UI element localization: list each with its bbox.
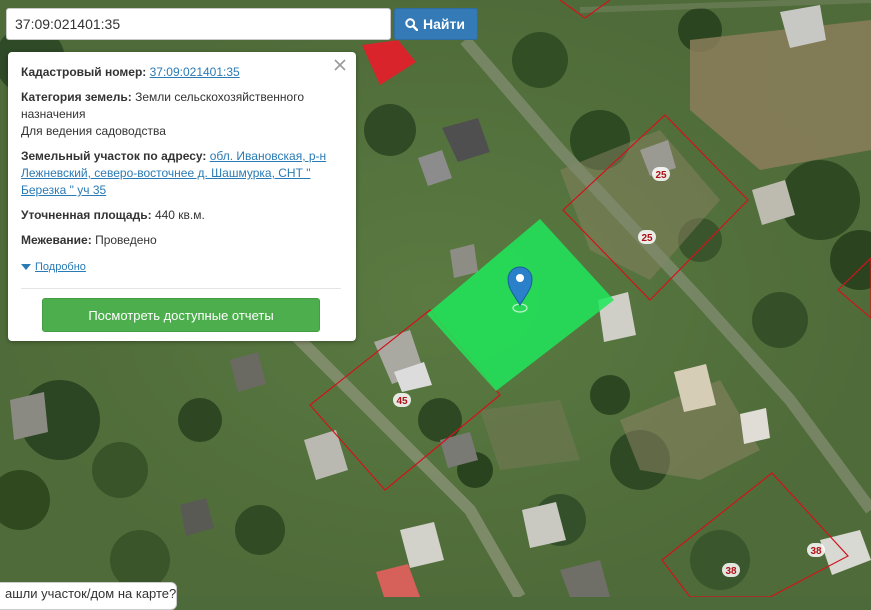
- search-button[interactable]: Найти: [394, 8, 478, 40]
- close-icon[interactable]: [332, 57, 348, 73]
- survey-label: Межевание:: [21, 233, 92, 247]
- survey-row: Межевание: Проведено: [21, 232, 342, 249]
- parcel-label-25-b: 25: [641, 233, 653, 244]
- search-bar: Найти: [6, 8, 478, 40]
- address-row: Земельный участок по адресу: обл. Иванов…: [21, 148, 342, 199]
- search-icon: [405, 17, 418, 31]
- parcel-info-panel: Кадастровый номер: 37:09:021401:35 Катег…: [8, 52, 356, 341]
- address-label: Земельный участок по адресу:: [21, 149, 207, 163]
- area-row: Уточненная площадь: 440 кв.м.: [21, 207, 342, 224]
- area-label: Уточненная площадь:: [21, 208, 152, 222]
- land-category-label: Категория земель:: [21, 90, 132, 104]
- land-category-row: Категория земель: Земли сельскохозяйстве…: [21, 89, 342, 140]
- parcel-label-25-a: 25: [655, 170, 667, 181]
- parcel-label-38-b: 38: [725, 566, 737, 577]
- land-usage-value: Для ведения садоводства: [21, 124, 166, 138]
- survey-value: Проведено: [95, 233, 157, 247]
- view-reports-button[interactable]: Посмотреть доступные отчеты: [42, 298, 320, 332]
- divider: [21, 288, 341, 289]
- caret-down-icon: [21, 264, 31, 270]
- parcel-label-38-a: 38: [810, 546, 822, 557]
- cadastral-number-row: Кадастровый номер: 37:09:021401:35: [21, 64, 342, 81]
- search-button-label: Найти: [423, 16, 465, 32]
- parcel-label-45: 45: [396, 396, 408, 407]
- search-input[interactable]: [6, 8, 391, 40]
- cadastral-number-link[interactable]: 37:09:021401:35: [150, 65, 240, 79]
- area-value: 440 кв.м.: [154, 208, 205, 222]
- details-toggle[interactable]: Подробно: [21, 259, 342, 276]
- details-link[interactable]: Подробно: [35, 259, 86, 276]
- cadastral-number-label: Кадастровый номер:: [21, 65, 147, 79]
- help-bubble[interactable]: ашли участок/дом на карте?: [0, 582, 177, 610]
